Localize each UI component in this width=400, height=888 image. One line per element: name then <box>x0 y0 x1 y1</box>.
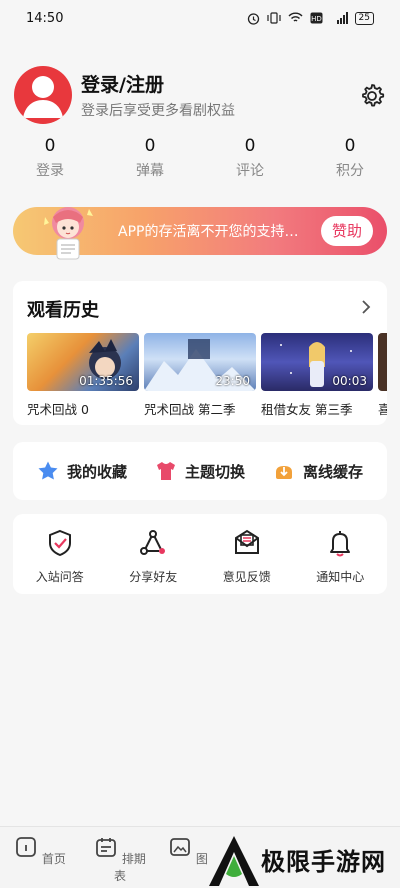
watch-history-card: 观看历史 01:35:56 咒术回战 0 23:50 咒术回战 第二季 00:0… <box>13 281 387 425</box>
stat-label: 评论 <box>236 163 264 179</box>
watermark-logo-icon <box>209 836 259 886</box>
banner-text: APP的存活离不开您的支持… <box>118 224 299 240</box>
offline-cache-button[interactable]: 离线缓存 <box>273 460 363 482</box>
history-item-title: 喜 <box>378 402 387 417</box>
chevron-right-icon[interactable] <box>359 298 373 316</box>
nav-label: 排期表 <box>113 852 146 883</box>
vibrate-icon <box>266 12 281 24</box>
status-time: 14:50 <box>26 10 64 26</box>
share-icon <box>140 530 166 555</box>
login-subtitle: 登录后享受更多看剧权益 <box>81 103 235 119</box>
video-duration: 01:35:56 <box>79 374 133 388</box>
nav-label: 首页 <box>41 852 66 866</box>
history-item-title: 租借女友 第三季 <box>261 402 353 417</box>
stat-login[interactable]: 0 登录 <box>0 136 100 180</box>
profile-header[interactable]: 登录/注册 登录后享受更多看剧权益 <box>14 66 386 128</box>
history-item[interactable]: 00:03 租借女友 第三季 <box>261 333 373 418</box>
gear-icon[interactable] <box>358 82 386 110</box>
tools-card: 入站问答 分享好友 意见反馈 通知中心 <box>13 514 387 594</box>
hd-icon: HD <box>310 12 323 24</box>
anime-mascot-icon <box>44 207 93 260</box>
video-thumbnail[interactable]: 23:50 <box>144 333 256 391</box>
stat-value: 0 <box>144 136 156 156</box>
stat-label: 登录 <box>36 163 64 179</box>
nav-images[interactable]: 图 <box>168 835 208 867</box>
tool-label: 入站问答 <box>35 570 84 584</box>
login-register-link[interactable]: 登录/注册 <box>81 70 164 97</box>
watch-history-title: 观看历史 <box>27 300 99 321</box>
tshirt-icon <box>156 462 175 480</box>
avatar[interactable] <box>14 66 72 124</box>
stat-points[interactable]: 0 积分 <box>300 136 400 180</box>
video-thumbnail[interactable]: 00:03 <box>261 333 373 391</box>
watermark-text: 极限手游网 <box>261 848 386 876</box>
video-duration: 23:50 <box>215 374 250 388</box>
theme-switch-label: 主题切换 <box>184 462 245 481</box>
tool-label: 分享好友 <box>129 570 178 584</box>
history-item[interactable]: 喜 <box>378 333 387 418</box>
star-icon <box>38 461 58 480</box>
battery-indicator: 25 <box>354 11 374 25</box>
history-item[interactable]: 23:50 咒术回战 第二季 <box>144 333 256 418</box>
history-item-title: 咒术回战 0 <box>27 402 89 417</box>
tool-label: 通知中心 <box>316 570 365 584</box>
video-thumbnail[interactable]: 01:35:56 <box>27 333 139 391</box>
image-icon <box>170 838 190 856</box>
shield-check-icon <box>48 529 71 557</box>
nav-schedule[interactable]: 排期表 <box>90 835 150 884</box>
signal-icon <box>336 12 348 24</box>
home-icon <box>16 837 36 857</box>
wifi-icon <box>288 12 303 22</box>
tool-feedback[interactable]: 意见反馈 <box>207 528 287 594</box>
calendar-icon <box>96 838 116 857</box>
video-thumbnail[interactable] <box>378 333 387 391</box>
tool-qa[interactable]: 入站问答 <box>20 528 100 594</box>
favorites-button[interactable]: 我的收藏 <box>37 460 127 482</box>
history-item-title: 咒术回战 第二季 <box>144 402 236 417</box>
favorites-label: 我的收藏 <box>66 462 127 481</box>
svg-text:HD: HD <box>311 15 322 23</box>
tool-label: 意见反馈 <box>222 570 271 584</box>
user-silhouette-icon <box>23 76 63 118</box>
stat-value: 0 <box>244 136 256 156</box>
support-banner[interactable]: APP的存活离不开您的支持… 赞助 <box>13 207 387 260</box>
theme-switch-button[interactable]: 主题切换 <box>155 460 245 482</box>
download-icon <box>275 466 292 479</box>
stat-label: 弹幕 <box>136 163 164 179</box>
video-duration: 00:03 <box>332 374 367 388</box>
stats-row: 0 登录 0 弹幕 0 评论 0 积分 <box>0 136 400 180</box>
bell-icon <box>330 531 351 557</box>
history-item[interactable]: 01:35:56 咒术回战 0 <box>27 333 139 418</box>
stat-value: 0 <box>44 136 56 156</box>
stat-comments[interactable]: 0 评论 <box>200 136 300 180</box>
stat-danmaku[interactable]: 0 弹幕 <box>100 136 200 180</box>
quick-actions-card: 我的收藏 主题切换 离线缓存 <box>13 442 387 500</box>
nav-home[interactable]: 首页 <box>10 835 70 867</box>
offline-cache-label: 离线缓存 <box>302 462 363 481</box>
tool-share[interactable]: 分享好友 <box>113 528 193 594</box>
mail-icon <box>234 529 259 554</box>
status-bar: 14:50 HD 25 <box>0 0 400 36</box>
stat-value: 0 <box>344 136 356 156</box>
stat-label: 积分 <box>336 163 364 179</box>
status-icons: HD 25 <box>247 11 374 25</box>
site-watermark: 极限手游网 <box>205 834 400 888</box>
alarm-icon <box>247 12 259 25</box>
watch-history-list: 01:35:56 咒术回战 0 23:50 咒术回战 第二季 00:03 租借女… <box>27 333 387 425</box>
tool-notifications[interactable]: 通知中心 <box>300 528 380 594</box>
sponsor-button[interactable]: 赞助 <box>321 216 373 246</box>
